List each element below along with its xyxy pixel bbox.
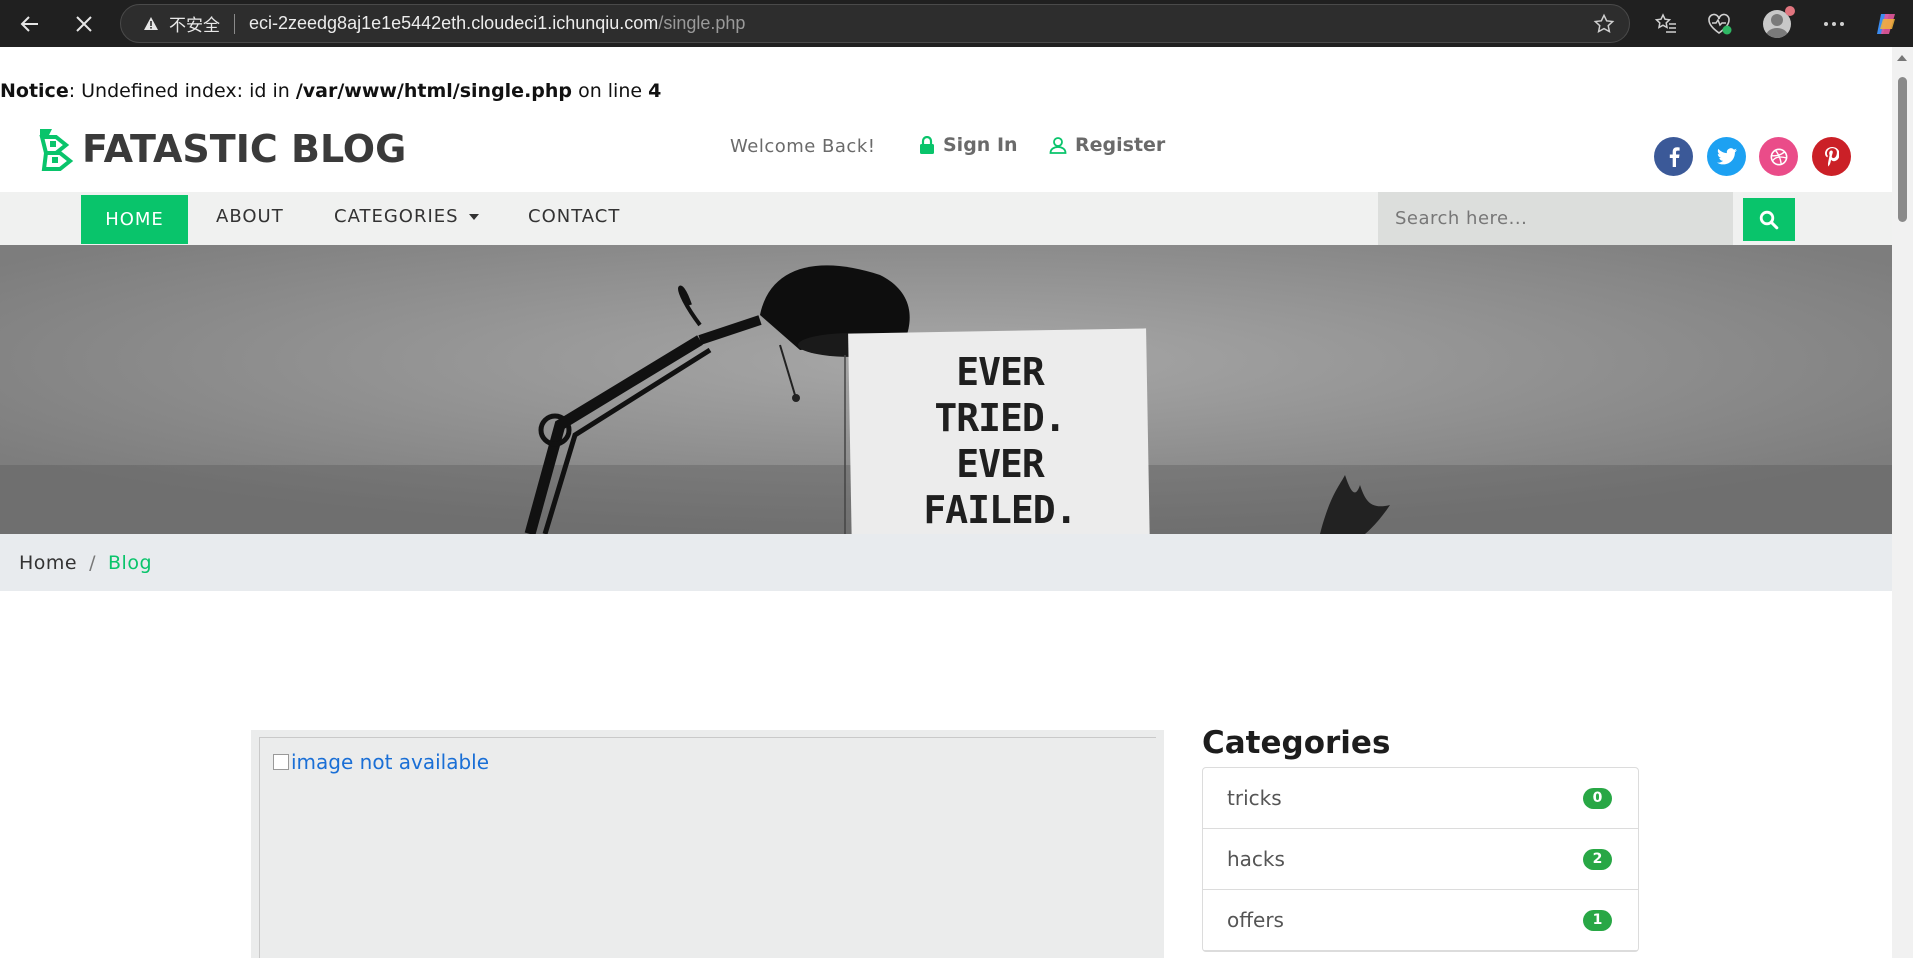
sign-in-link[interactable]: Sign In [919, 134, 1018, 156]
register-label: Register [1075, 134, 1166, 156]
site-logo[interactable]: FATASTIC BLOG [38, 127, 406, 171]
user-icon [1049, 137, 1067, 154]
nav-categories-label: CATEGORIES [334, 206, 459, 227]
facebook-icon[interactable] [1654, 137, 1693, 176]
search-button[interactable] [1743, 198, 1795, 241]
category-count-badge: 0 [1583, 787, 1612, 809]
post-image-container: image not available [251, 730, 1164, 958]
logo-text: FATASTIC BLOG [82, 127, 407, 171]
breadcrumb-separator: / [89, 551, 97, 574]
copilot-icon[interactable] [1870, 8, 1902, 40]
main-navbar: HOME ABOUT CATEGORIES CONTACT [0, 192, 1892, 245]
register-link[interactable]: Register [1049, 134, 1165, 156]
favorites-icon[interactable] [1650, 8, 1682, 40]
address-bar[interactable]: 不安全 eci-2zeedg8aj1e1e5442eth.cloudeci1.i… [120, 4, 1630, 43]
php-notice: Notice: Undefined index: id in /var/www/… [0, 80, 661, 102]
notice-message: : Undefined index: id in [68, 80, 296, 102]
nav-contact[interactable]: CONTACT [528, 206, 620, 227]
broken-image-icon [273, 754, 289, 770]
dribbble-icon[interactable] [1759, 137, 1798, 176]
favorite-star-icon[interactable] [1593, 13, 1615, 40]
back-button[interactable] [12, 6, 48, 42]
breadcrumb-home[interactable]: Home [19, 552, 77, 574]
category-name: offers [1227, 908, 1284, 932]
category-item-hacks[interactable]: hacks 2 [1203, 829, 1638, 890]
stop-loading-button[interactable] [66, 6, 102, 42]
category-count-badge: 1 [1583, 909, 1612, 931]
notice-mid: on line [572, 80, 649, 102]
category-item-offers[interactable]: offers 1 [1203, 890, 1638, 951]
category-count-badge: 2 [1583, 848, 1612, 870]
page-scrollbar[interactable] [1892, 47, 1913, 958]
scrollbar-thumb[interactable] [1898, 77, 1907, 222]
close-icon [76, 16, 92, 32]
notice-file: /var/www/html/single.php [295, 80, 573, 102]
nav-about[interactable]: ABOUT [216, 206, 284, 227]
address-separator [234, 13, 235, 34]
image-alt-text: image not available [291, 750, 490, 774]
categories-list: tricks 0 hacks 2 offers 1 [1202, 767, 1639, 952]
page-viewport: Notice: Undefined index: id in /var/www/… [0, 47, 1913, 958]
search-input[interactable] [1378, 192, 1733, 245]
notice-label: Notice [0, 80, 69, 102]
categories-heading: Categories [1202, 725, 1391, 761]
post-image: image not available [259, 737, 1156, 958]
caret-down-icon [468, 213, 479, 220]
more-options-icon[interactable] [1818, 8, 1850, 40]
nav-categories-dropdown[interactable]: CATEGORIES [334, 206, 479, 227]
category-name: hacks [1227, 847, 1285, 871]
breadcrumb-current: Blog [108, 551, 153, 574]
poster-text: EVER TRIED. EVER FAILED. NO MATTER. TRY … [923, 350, 1077, 532]
twitter-icon[interactable] [1707, 137, 1746, 176]
profile-avatar[interactable] [1761, 6, 1795, 40]
hero-banner: EVER TRIED. EVER FAILED. NO MATTER. TRY … [0, 245, 1892, 534]
notice-line: 4 [648, 80, 662, 102]
category-item-tricks[interactable]: tricks 0 [1203, 768, 1638, 829]
logo-icon [39, 129, 74, 171]
category-name: tricks [1227, 786, 1282, 810]
browser-essentials-icon[interactable] [1704, 8, 1736, 40]
browser-toolbar: 不安全 eci-2zeedg8aj1e1e5442eth.cloudeci1.i… [0, 0, 1913, 47]
arrow-left-icon [20, 16, 38, 32]
breadcrumb: Home / Blog [0, 534, 1892, 591]
pinterest-icon[interactable] [1812, 137, 1851, 176]
welcome-text: Welcome Back! [730, 136, 876, 157]
url-host: eci-2zeedg8aj1e1e5442eth.cloudeci1.ichun… [249, 13, 659, 33]
search-icon [1759, 210, 1779, 229]
scroll-up-icon[interactable] [1897, 55, 1907, 61]
nav-home[interactable]: HOME [81, 195, 188, 244]
broken-image-alt[interactable]: image not available [273, 750, 489, 774]
warning-icon [143, 16, 159, 31]
security-label[interactable]: 不安全 [169, 11, 220, 36]
lock-icon [920, 135, 934, 154]
url-path: /single.php [658, 13, 746, 33]
sign-in-label: Sign In [943, 134, 1018, 156]
